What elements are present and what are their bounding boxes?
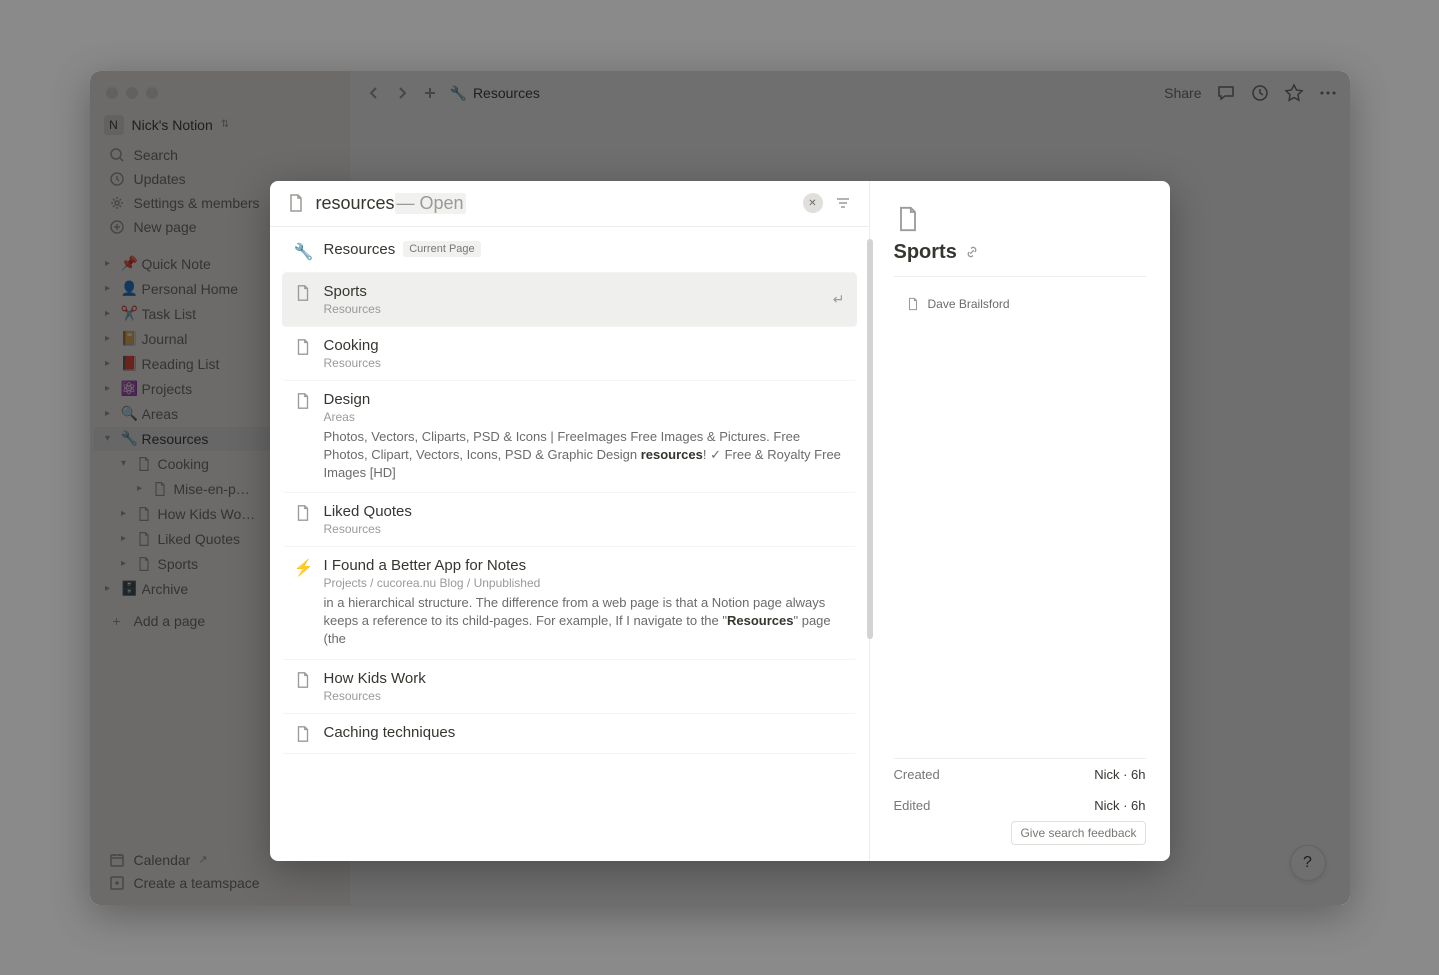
search-input[interactable]: resources — Open	[316, 193, 793, 214]
result-title: How Kids Work	[324, 670, 426, 687]
search-results: 🔧 Resources Current Page Sports Resources ↵ Co…	[270, 227, 869, 861]
preview-subitem[interactable]: Dave Brailsford	[894, 293, 1146, 315]
result-badge: Current Page	[403, 241, 480, 257]
meta-created-label: Created	[894, 767, 940, 782]
search-result[interactable]: Caching techniques	[282, 714, 857, 754]
feedback-button[interactable]: Give search feedback	[1011, 821, 1145, 845]
search-modal: resources — Open ✕ 🔧 Resources Current Pag…	[270, 181, 1170, 861]
search-query: resources	[316, 193, 395, 214]
result-title: Cooking	[324, 337, 379, 354]
filter-button[interactable]	[833, 193, 853, 213]
search-row: resources — Open ✕	[270, 181, 869, 227]
result-title: Sports	[324, 283, 367, 300]
result-icon: ⚡	[294, 557, 314, 649]
result-path: Areas	[324, 410, 845, 424]
result-icon	[294, 670, 314, 703]
meta-edited: Edited Nick · 6h	[894, 790, 1146, 821]
result-path: Projects / cucorea.nu Blog / Unpublished	[324, 576, 845, 590]
search-hint: — Open	[395, 193, 466, 214]
result-icon	[294, 391, 314, 483]
result-icon	[294, 503, 314, 536]
preview-panel: Sports Dave Brailsford Created Nick · 6h…	[870, 181, 1170, 861]
search-result[interactable]: Sports Resources ↵	[282, 273, 857, 327]
search-result[interactable]: Liked Quotes Resources	[282, 493, 857, 547]
result-snippet: in a hierarchical structure. The differe…	[324, 594, 845, 649]
result-path: Resources	[324, 302, 823, 316]
result-icon	[294, 724, 314, 743]
search-result[interactable]: How Kids Work Resources	[282, 660, 857, 714]
result-title: Caching techniques	[324, 724, 456, 741]
search-result[interactable]: ⚡ I Found a Better App for Notes Projects …	[282, 547, 857, 660]
search-result[interactable]: Design Areas Photos, Vectors, Cliparts, PS…	[282, 381, 857, 494]
meta-created: Created Nick · 6h	[894, 759, 1146, 790]
meta-edited-label: Edited	[894, 798, 931, 813]
result-path: Resources	[324, 356, 845, 370]
result-icon: 🔧	[294, 241, 314, 262]
result-title: Design	[324, 391, 371, 408]
result-title: Liked Quotes	[324, 503, 412, 520]
result-snippet: Photos, Vectors, Cliparts, PSD & Icons |…	[324, 428, 845, 483]
result-icon	[294, 283, 314, 316]
page-icon	[906, 297, 920, 311]
preview-page-icon	[894, 205, 1146, 233]
page-icon	[286, 193, 306, 213]
search-result[interactable]: Cooking Resources	[282, 327, 857, 381]
result-icon	[294, 337, 314, 370]
result-path: Resources	[324, 522, 845, 536]
scrollbar[interactable]	[867, 239, 873, 729]
result-title: Resources	[324, 241, 396, 258]
copy-link-icon[interactable]	[965, 245, 979, 259]
result-title: I Found a Better App for Notes	[324, 557, 527, 574]
clear-search-button[interactable]: ✕	[803, 193, 823, 213]
result-path: Resources	[324, 689, 845, 703]
preview-title: Sports	[894, 241, 957, 264]
enter-icon: ↵	[833, 291, 845, 308]
search-result[interactable]: 🔧 Resources Current Page	[282, 231, 857, 273]
preview-subitem-label: Dave Brailsford	[928, 297, 1010, 311]
